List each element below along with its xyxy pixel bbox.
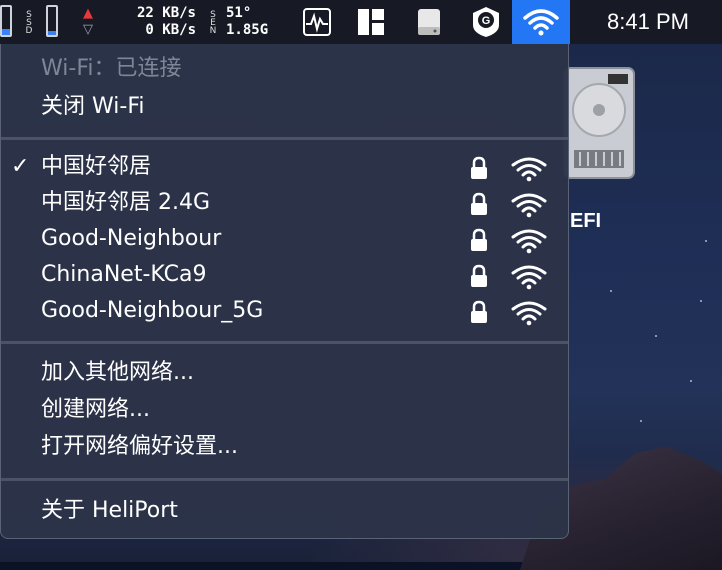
ssd-label-text: SSD — [24, 10, 34, 34]
disk-label: EFI — [570, 210, 602, 232]
separator — [1, 478, 568, 481]
network-arrows: ▲ ▽ — [78, 0, 98, 44]
network-speed[interactable]: 22 KB/s 0 KB/s — [112, 0, 196, 44]
disk-bar-icon[interactable] — [46, 5, 58, 37]
create-network[interactable]: 创建网络... — [41, 395, 150, 425]
network-item[interactable]: 中国好邻居 2.4G — [1, 186, 568, 220]
sensor-label-text: SEN — [208, 10, 218, 34]
lock-icon — [471, 192, 487, 215]
sensor-values[interactable]: 51° 1.85G — [226, 0, 288, 44]
activity-monitor-icon[interactable] — [300, 0, 334, 44]
network-name: Good-Neighbour — [41, 226, 222, 251]
wifi-icon[interactable] — [512, 0, 570, 44]
network-name: 中国好邻居 — [41, 154, 152, 179]
ssd-bar-fill — [2, 29, 10, 35]
lock-icon — [471, 264, 487, 287]
ssd-label: SSD — [22, 0, 36, 44]
lock-icon — [471, 300, 487, 323]
temperature-value: 51° — [226, 5, 252, 21]
network-item[interactable]: Good-Neighbour_5G — [1, 294, 568, 328]
checkmark-icon: ✓ — [11, 154, 30, 179]
separator — [1, 137, 568, 140]
layout-icon[interactable] — [354, 0, 388, 44]
network-item[interactable]: ✓ 中国好邻居 — [1, 150, 568, 184]
download-arrow-icon: ▽ — [83, 22, 93, 37]
upload-arrow-icon: ▲ — [83, 6, 93, 21]
memory-value: 1.85G — [226, 22, 269, 38]
wifi-signal-icon — [511, 157, 547, 182]
network-item[interactable]: Good-Neighbour — [1, 222, 568, 256]
lock-icon — [471, 156, 487, 179]
wifi-signal-icon — [511, 301, 547, 326]
clock[interactable]: 8:41 PM — [588, 0, 708, 44]
sensor-label: SEN — [207, 0, 219, 44]
net-up-value: 22 KB/s — [136, 5, 196, 21]
network-name: ChinaNet-KCa9 — [41, 262, 207, 287]
open-network-preferences[interactable]: 打开网络偏好设置... — [41, 432, 238, 462]
network-name: 中国好邻居 2.4G — [41, 190, 211, 215]
drive-icon[interactable] — [412, 0, 446, 44]
wifi-signal-icon — [511, 265, 547, 290]
lock-icon — [471, 228, 487, 251]
network-name: Good-Neighbour_5G — [41, 298, 264, 323]
join-other-network[interactable]: 加入其他网络... — [41, 358, 194, 388]
wifi-menu: Wi-Fi：已连接 关闭 Wi-Fi ✓ 中国好邻居 中国好邻居 2.4G Go… — [0, 44, 569, 539]
separator — [1, 341, 568, 344]
menu-bar: SSD ▲ ▽ 22 KB/s 0 KB/s SEN 51° 1.85G G 8… — [0, 0, 722, 44]
hard-disk-icon[interactable] — [560, 66, 638, 180]
about-heliport[interactable]: 关于 HeliPort — [41, 496, 178, 526]
wifi-signal-icon — [511, 193, 547, 218]
net-down-value: 0 KB/s — [145, 22, 196, 38]
g-shield-icon[interactable]: G — [466, 0, 506, 44]
wifi-status: Wi-Fi：已连接 — [41, 56, 182, 81]
wifi-signal-icon — [511, 229, 547, 254]
svg-text:G: G — [482, 15, 491, 27]
turn-off-wifi[interactable]: 关闭 Wi-Fi — [41, 92, 144, 122]
network-item[interactable]: ChinaNet-KCa9 — [1, 258, 568, 292]
disk-bar-fill — [48, 30, 56, 35]
ssd-bar-icon[interactable] — [0, 5, 12, 37]
